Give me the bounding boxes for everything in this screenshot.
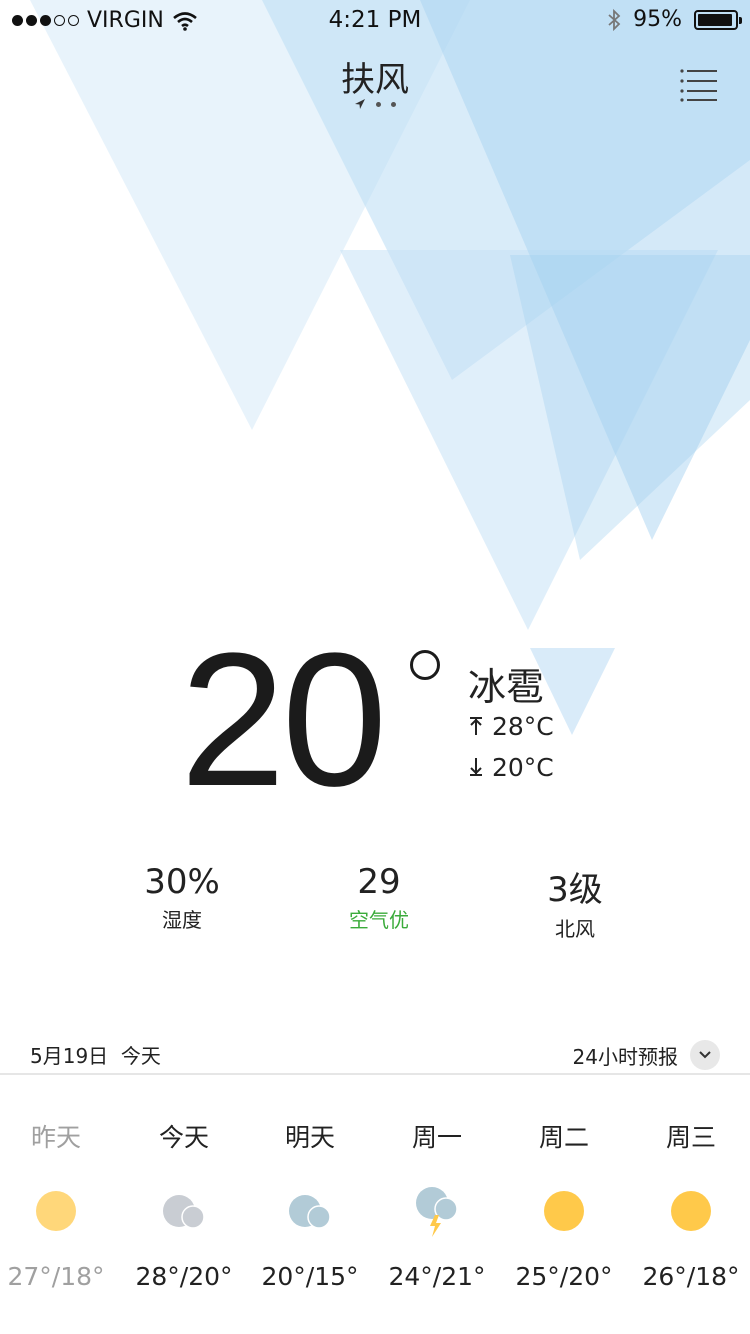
weather-condition: 冰雹 <box>468 665 545 709</box>
high-temperature: 28°C <box>468 712 554 741</box>
day-name: 周二 <box>538 1123 589 1152</box>
wind-stat: 3级 北风 <box>475 862 675 942</box>
day-name: 周一 <box>411 1123 462 1152</box>
day-temps: 27°/18° <box>7 1262 105 1291</box>
forecast-day[interactable]: 周二 25°/20° <box>501 1118 627 1291</box>
city-name[interactable]: 扶风 <box>0 52 750 101</box>
day-temps: 25°/20° <box>515 1262 613 1291</box>
day-name: 今天 <box>158 1123 209 1152</box>
menu-button[interactable] <box>680 68 718 102</box>
overcast-icon <box>247 1176 373 1246</box>
hourly-forecast-toggle[interactable]: 24小时预报 <box>573 1040 720 1070</box>
chevron-down-icon[interactable] <box>690 1040 720 1070</box>
degree-symbol <box>410 650 440 680</box>
forecast-day[interactable]: 今天 28°/20° <box>121 1118 247 1291</box>
aqi-value: 29 <box>357 862 401 902</box>
page-indicator[interactable] <box>0 98 750 110</box>
sun-icon <box>501 1176 627 1246</box>
forecast-day[interactable]: 明天 20°/15° <box>247 1118 373 1291</box>
day-temps: 24°/21° <box>388 1262 486 1291</box>
air-quality-stat[interactable]: 29 空气优 <box>279 862 479 933</box>
cloudy-icon <box>121 1176 247 1246</box>
sun-icon <box>0 1176 119 1246</box>
battery-percent: 95% <box>633 7 682 32</box>
low-temperature: 20°C <box>468 753 554 782</box>
day-temps: 26°/18° <box>642 1262 740 1291</box>
day-name: 周三 <box>665 1123 716 1152</box>
date-label: 5月19日 今天 <box>30 1044 161 1068</box>
status-right: 95% <box>607 7 742 32</box>
wind-label: 北风 <box>555 917 595 941</box>
high-temp-value: 28°C <box>491 712 554 741</box>
day-temps: 28°/20° <box>135 1262 233 1291</box>
day-name: 昨天 <box>30 1123 81 1152</box>
status-bar: VIRGIN 4:21 PM 95% <box>0 0 750 40</box>
hourly-forecast-label: 24小时预报 <box>572 1044 678 1069</box>
day-name: 明天 <box>284 1123 335 1152</box>
aqi-label: 空气优 <box>349 908 409 932</box>
humidity-stat: 30% 湿度 <box>82 862 282 933</box>
forecast-day[interactable]: 周三 26°/18° <box>628 1118 750 1291</box>
low-temp-value: 20°C <box>491 753 554 782</box>
bluetooth-icon <box>608 8 621 31</box>
list-icon <box>680 69 717 102</box>
sun-icon <box>628 1176 750 1246</box>
page-dot <box>376 101 381 107</box>
battery-icon <box>694 9 742 30</box>
forecast-day[interactable]: 昨天 27°/18° <box>0 1118 119 1291</box>
forecast-day[interactable]: 周一 24°/21° <box>374 1118 500 1291</box>
wind-value: 3级 <box>547 870 603 910</box>
arrow-up-icon <box>470 717 482 735</box>
thunderstorm-icon <box>374 1176 500 1246</box>
location-arrow-icon <box>355 99 365 109</box>
humidity-value: 30% <box>144 862 220 902</box>
humidity-label: 湿度 <box>162 908 202 932</box>
day-temps: 20°/15° <box>261 1262 359 1291</box>
daily-forecast: 昨天 27°/18° 今天 28°/20° 明天 20°/15° 周一 24°/… <box>0 1118 750 1318</box>
divider <box>0 1073 750 1075</box>
current-temperature: 20 <box>180 614 387 826</box>
arrow-down-icon <box>470 758 482 776</box>
page-dot <box>391 101 396 107</box>
